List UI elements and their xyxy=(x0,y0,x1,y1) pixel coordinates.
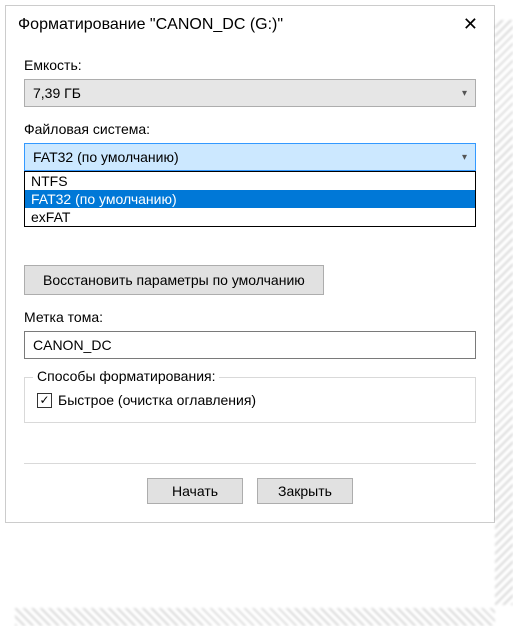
filesystem-option-fat32[interactable]: FAT32 (по умолчанию) xyxy=(25,190,475,208)
quick-format-row[interactable]: ✓ Быстрое (очистка оглавления) xyxy=(37,392,463,408)
chevron-down-icon: ▾ xyxy=(462,88,467,99)
format-dialog: Форматирование "CANON_DC (G:)" ✕ Емкость… xyxy=(5,5,495,523)
dialog-footer: Начать Закрыть xyxy=(24,464,476,522)
format-options-group: Способы форматирования: ✓ Быстрое (очист… xyxy=(24,377,476,423)
volume-label-input[interactable] xyxy=(24,331,476,359)
chevron-down-icon: ▾ xyxy=(462,152,467,163)
capacity-label: Емкость: xyxy=(24,57,476,73)
filesystem-options-list: NTFS FAT32 (по умолчанию) exFAT xyxy=(24,171,476,227)
filesystem-option-exfat[interactable]: exFAT xyxy=(25,208,475,226)
torn-edge-right xyxy=(495,20,513,605)
filesystem-label: Файловая система: xyxy=(24,121,476,137)
start-button[interactable]: Начать xyxy=(147,478,243,504)
close-button[interactable]: Закрыть xyxy=(257,478,353,504)
titlebar: Форматирование "CANON_DC (G:)" ✕ xyxy=(6,6,494,43)
quick-format-checkbox[interactable]: ✓ xyxy=(37,393,52,408)
capacity-dropdown[interactable]: 7,39 ГБ ▾ xyxy=(24,79,476,107)
capacity-value: 7,39 ГБ xyxy=(33,85,81,101)
close-icon[interactable]: ✕ xyxy=(459,14,482,35)
quick-format-label: Быстрое (очистка оглавления) xyxy=(58,392,256,408)
window-title: Форматирование "CANON_DC (G:)" xyxy=(18,16,283,34)
torn-edge-bottom xyxy=(15,608,495,626)
format-options-legend: Способы форматирования: xyxy=(33,368,219,384)
restore-defaults-button[interactable]: Восстановить параметры по умолчанию xyxy=(24,265,324,295)
filesystem-option-ntfs[interactable]: NTFS xyxy=(25,172,475,190)
dialog-content: Емкость: 7,39 ГБ ▾ Файловая система: FAT… xyxy=(6,43,494,522)
filesystem-dropdown[interactable]: FAT32 (по умолчанию) ▾ xyxy=(24,143,476,171)
volume-label-caption: Метка тома: xyxy=(24,309,476,325)
filesystem-selected: FAT32 (по умолчанию) xyxy=(33,149,179,165)
